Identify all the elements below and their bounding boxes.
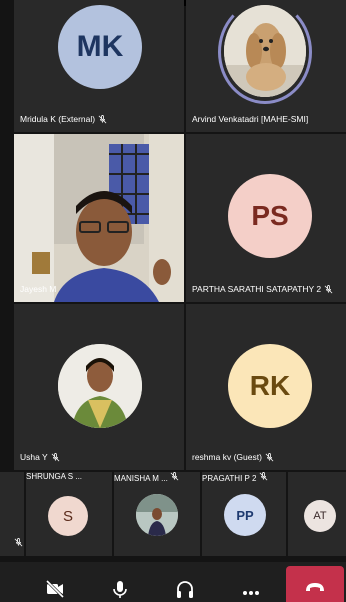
participant-name-reshma: reshma kv (Guest) [192,452,274,462]
participant-tile-jayesh[interactable]: Jayesh M [14,134,184,302]
mic-off-icon [98,114,107,123]
avatar-shrunga: S [48,496,88,536]
avatar-reshma: RK [228,344,312,428]
mic-off-icon [259,472,268,481]
avatar-at: AT [304,500,336,532]
participant-name-arvind: Arvind Venkatadri [MAHE-SMI] [192,114,309,124]
audio-output-button[interactable] [170,574,200,602]
mic-off-icon [170,472,179,481]
more-icon [243,591,259,595]
participant-name-shrunga: SHRUNGA S ... [26,472,83,481]
participant-name-usha: Usha Y [20,452,60,462]
strip-tile-manisha[interactable]: MANISHA M ... [114,472,200,556]
mic-off-icon [51,452,60,461]
participant-name-jayesh: Jayesh M [20,284,57,294]
participant-tile-mridula[interactable]: MK Mridula K (External) [14,0,184,132]
video-off-icon [45,579,65,599]
mic-off-icon [14,538,23,547]
hang-up-button[interactable] [286,566,344,602]
headphones-icon [177,581,193,598]
person-photo-icon [58,344,142,428]
avatar-photo-arvind [224,5,306,97]
participant-name-partha: PARTHA SARATHI SATAPATHY 2 [192,284,333,294]
participant-name-mridula: Mridula K (External) [20,114,107,124]
strip-tile-at[interactable]: AT [288,472,346,556]
more-options-button[interactable] [236,574,266,602]
avatar-photo-manisha [136,494,178,536]
avatar-photo-usha [58,344,142,428]
participant-tile-reshma[interactable]: RK reshma kv (Guest) [186,304,346,470]
participant-name-manisha: MANISHA M ... [114,472,200,483]
participant-tile-arvind[interactable]: Arvind Venkatadri [MAHE-SMI] [186,0,346,132]
participant-tile-partha[interactable]: PS PARTHA SARATHI SATAPATHY 2 [186,134,346,302]
participant-tile-usha[interactable]: Usha Y [14,304,184,470]
dog-photo-icon [224,5,306,97]
person-photo-icon [136,494,178,536]
hang-up-icon [306,583,324,591]
strip-tile-shrunga[interactable]: S SHRUNGA S ... [26,472,112,556]
video-feed-jayesh [14,134,184,302]
microphone-icon [113,581,127,598]
strip-tile-pragathi[interactable]: PP PRAGATHI P 2 [202,472,286,556]
camera-toggle-button[interactable] [40,574,70,602]
participant-name-pragathi: PRAGATHI P 2 [202,472,286,483]
avatar-mridula: MK [58,5,142,89]
mic-off-icon [265,452,274,461]
mic-off-icon [324,284,333,293]
microphone-toggle-button[interactable] [105,574,135,602]
strip-tile-partial-left[interactable] [0,472,24,556]
avatar-pragathi: PP [224,494,266,536]
avatar-partha: PS [228,174,312,258]
